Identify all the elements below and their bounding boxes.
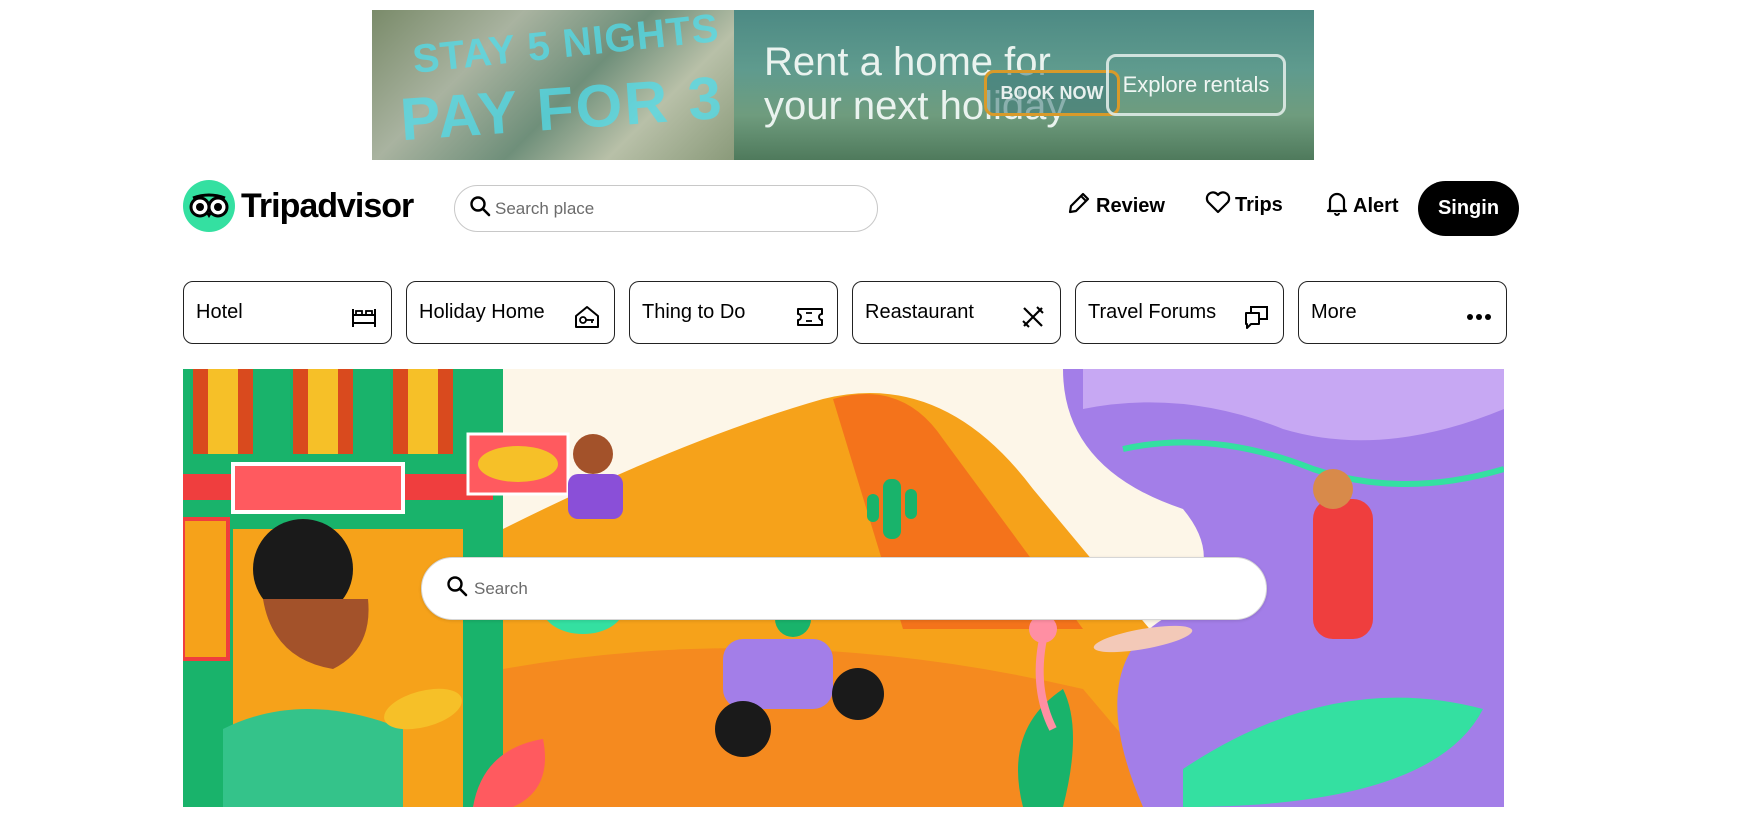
ad-book-now-button[interactable]: BOOK NOW xyxy=(984,70,1120,116)
house-key-icon xyxy=(572,302,602,332)
tab-travel-forums[interactable]: Travel Forums xyxy=(1075,281,1284,344)
tab-label: Holiday Home xyxy=(419,301,545,323)
header-search-box[interactable] xyxy=(454,185,878,232)
search-icon xyxy=(469,195,491,222)
alert-label: Alert xyxy=(1353,194,1399,217)
tab-thing-to-do[interactable]: Thing to Do xyxy=(629,281,838,344)
signin-button[interactable]: Singin xyxy=(1418,181,1519,236)
tab-restaurant[interactable]: Reastaurant xyxy=(852,281,1061,344)
tab-holiday-home[interactable]: Holiday Home xyxy=(406,281,615,344)
alert-link[interactable]: Alert xyxy=(1325,190,1399,222)
hero-search-input[interactable] xyxy=(474,578,1234,599)
pencil-icon xyxy=(1066,190,1092,222)
search-icon xyxy=(446,575,468,602)
review-link[interactable]: Review xyxy=(1066,190,1165,222)
header-search-input[interactable] xyxy=(495,198,855,219)
bell-icon xyxy=(1325,190,1349,222)
ad-explore-rentals-button[interactable]: Explore rentals xyxy=(1106,54,1286,116)
category-tabs: Hotel Holiday Home Thing to Do Reastaura… xyxy=(183,281,1507,344)
tripadvisor-logo[interactable]: Tripadvisor xyxy=(183,180,414,232)
tab-hotel[interactable]: Hotel xyxy=(183,281,392,344)
trips-link[interactable]: Trips xyxy=(1205,190,1283,220)
trips-label: Trips xyxy=(1235,193,1283,216)
ad-right-panel: Rent a home for your next holiday BOOK N… xyxy=(734,10,1314,160)
review-label: Review xyxy=(1096,194,1165,217)
owl-logo-icon xyxy=(183,180,235,232)
chat-bubbles-icon xyxy=(1241,302,1271,332)
ad-left-panel: STAY 5 NIGHTS PAY FOR 3 xyxy=(372,10,734,160)
tab-label: Travel Forums xyxy=(1088,301,1217,323)
ad-banner[interactable]: STAY 5 NIGHTS PAY FOR 3 Rent a home for … xyxy=(372,10,1314,160)
ticket-icon xyxy=(795,302,825,332)
tab-label: Hotel xyxy=(196,301,243,323)
hero-banner xyxy=(183,369,1504,807)
tab-label: Thing to Do xyxy=(642,301,746,323)
tab-more[interactable]: More xyxy=(1298,281,1507,344)
heart-icon xyxy=(1205,190,1231,220)
logo-wordmark: Tripadvisor xyxy=(241,186,414,225)
site-header: Tripadvisor Review Trips Alert Singin xyxy=(183,178,1519,238)
more-dots-icon xyxy=(1464,302,1494,332)
bed-icon xyxy=(349,302,379,332)
hero-search-box[interactable] xyxy=(421,557,1267,620)
tab-label: More xyxy=(1311,301,1357,323)
tab-label: Reastaurant xyxy=(865,301,974,323)
cutlery-icon xyxy=(1018,302,1048,332)
